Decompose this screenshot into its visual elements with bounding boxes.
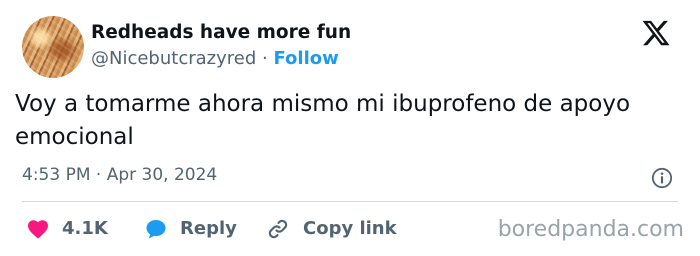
heart-icon — [28, 220, 48, 239]
copy-link-label: Copy link — [303, 218, 397, 239]
display-name[interactable]: Redheads have more fun — [91, 22, 351, 43]
info-icon[interactable] — [651, 167, 673, 189]
separator-dot: · — [262, 48, 268, 69]
reply-bubble-icon — [146, 220, 166, 239]
link-icon — [268, 219, 288, 239]
likes-count: 4.1K — [62, 218, 108, 239]
tweet-timestamp[interactable]: 4:53 PM · Apr 30, 2024 — [22, 165, 217, 185]
x-logo-icon[interactable] — [640, 18, 672, 48]
handle-row: @Nicebutcrazyred · Follow — [91, 48, 339, 69]
follow-button[interactable]: Follow — [273, 48, 338, 69]
avatar[interactable] — [22, 16, 84, 78]
watermark: boredpanda.com — [497, 217, 684, 242]
divider — [22, 201, 678, 202]
handle[interactable]: @Nicebutcrazyred — [91, 48, 256, 69]
tweet-text: Voy a tomarme ahora mismo mi ibuprofeno … — [15, 91, 631, 150]
reply-label: Reply — [180, 218, 237, 239]
